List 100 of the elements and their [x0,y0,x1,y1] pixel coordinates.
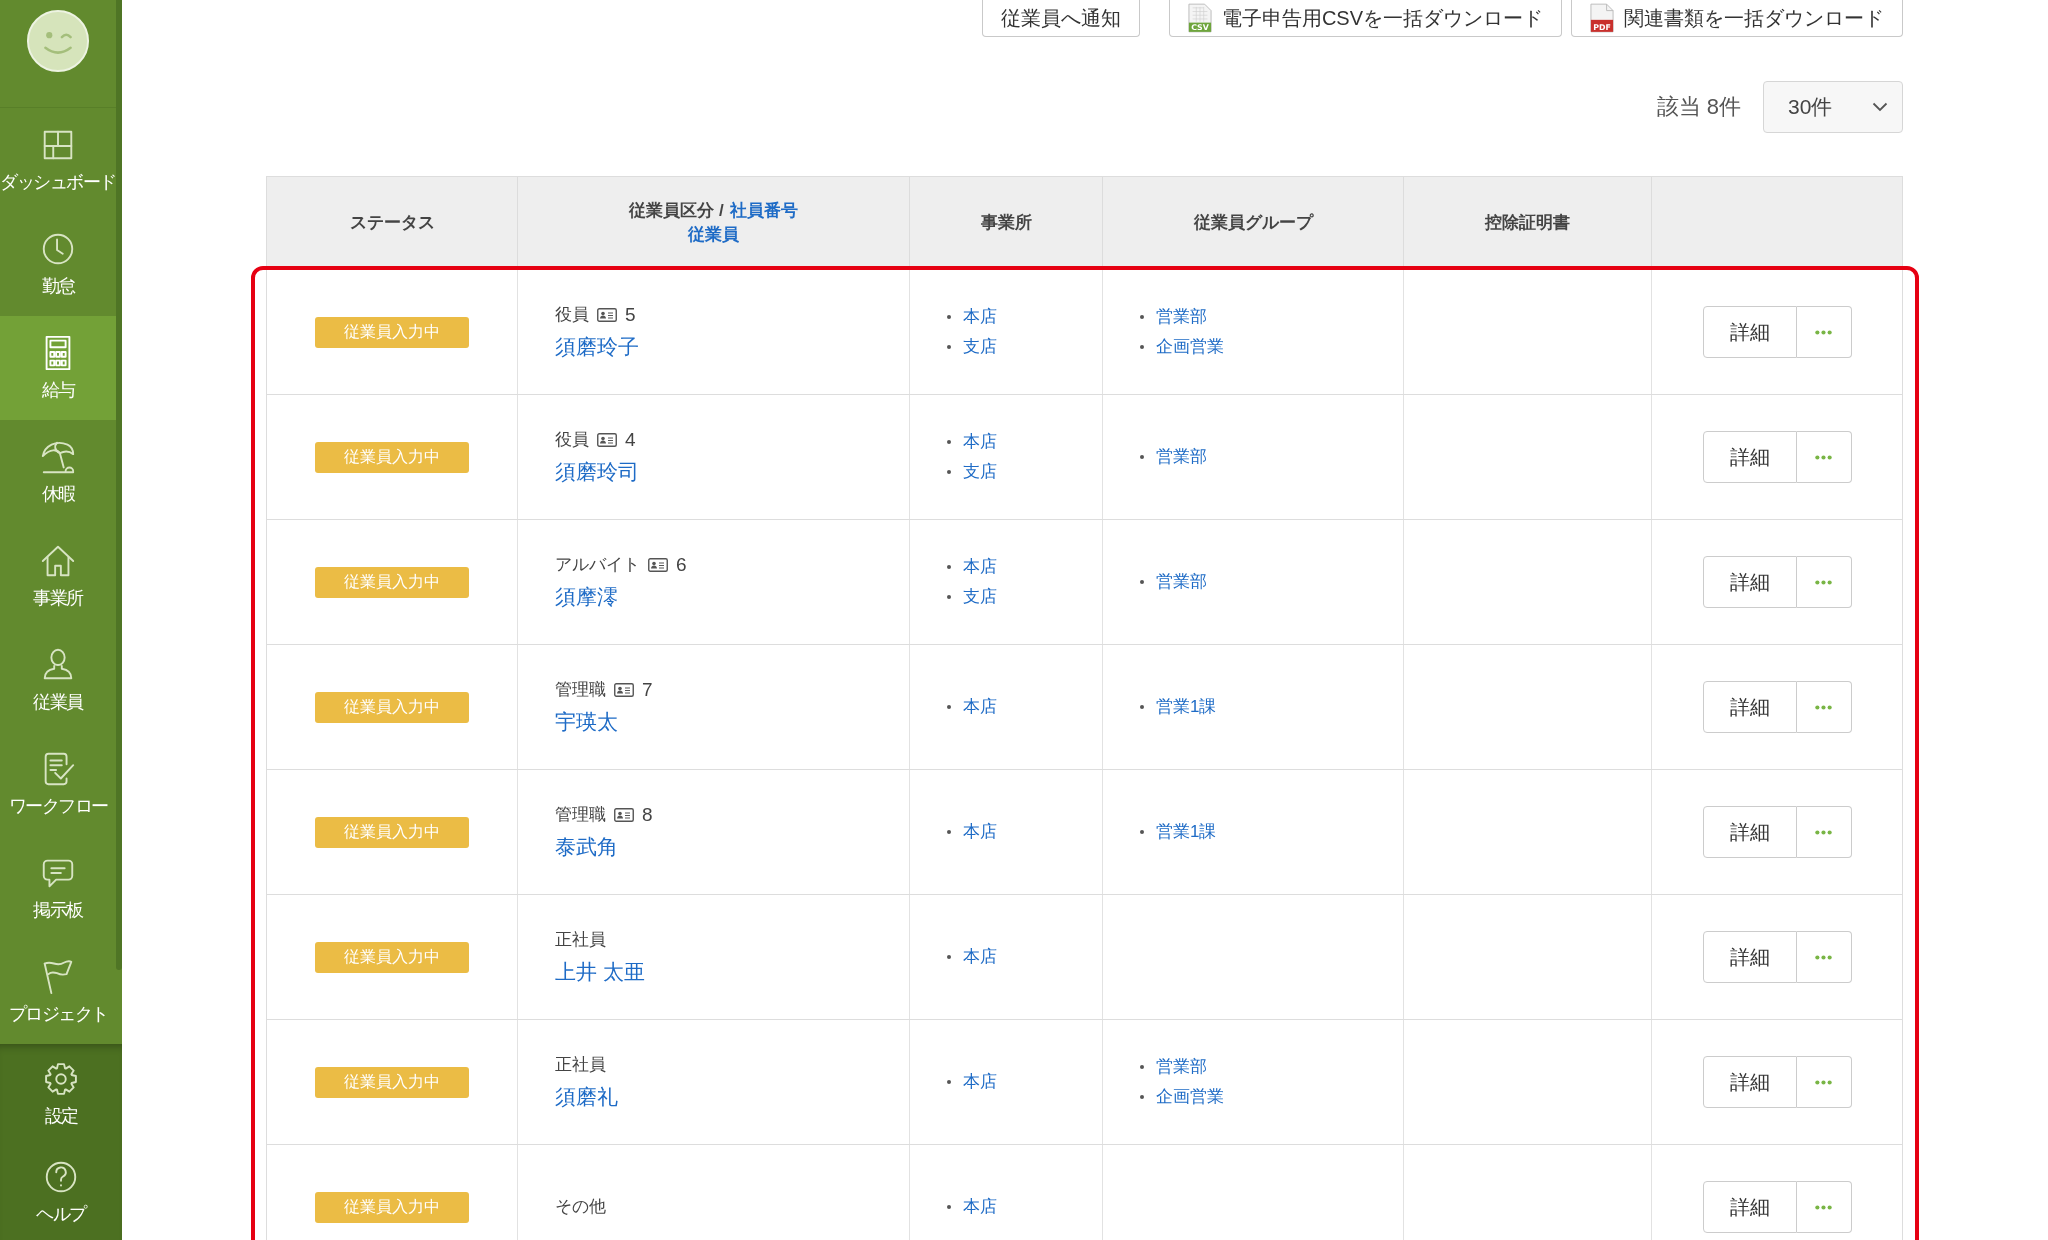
group-link[interactable]: 営業部 [1156,305,1207,329]
page-size-select[interactable]: 30件 [1763,81,1903,133]
employee-number: 8 [642,803,653,827]
employee-name-link[interactable]: 須磨玲子 [555,333,639,361]
employee-name-link[interactable]: 須磨礼 [555,1083,618,1111]
status-badge: 従業員入力中 [315,316,469,348]
employee-name-link[interactable]: 宇瑛太 [555,708,618,736]
employee-name-link[interactable]: 泰武角 [555,833,618,861]
status-badge: 従業員入力中 [315,691,469,723]
settings-icon [42,1060,80,1098]
office-link[interactable]: 本店 [963,945,997,969]
status-badge: 従業員入力中 [315,441,469,473]
nav-item[interactable]: ヘルプ [0,1142,122,1240]
more-icon [1815,329,1832,335]
more-button[interactable] [1796,306,1852,358]
nav-item[interactable]: ダッシュボード [0,108,116,212]
employee-category: 正社員 [555,1054,606,1076]
office-link[interactable]: 本店 [963,695,997,719]
id-card-icon [597,308,617,322]
office-link[interactable]: 本店 [963,1070,997,1094]
employee-category: 正社員 [555,929,606,951]
employee-number: 6 [676,553,687,577]
more-button[interactable] [1796,931,1852,983]
column-header: 事業所 [980,212,1032,234]
nav-item[interactable]: 勤怠 [0,212,116,316]
office-link[interactable]: 本店 [963,820,997,844]
detail-button[interactable]: 詳細 [1702,1056,1797,1108]
bullet-icon [947,955,951,959]
nav-item[interactable]: 事業所 [0,524,116,628]
bullet-icon [947,470,951,474]
more-icon [1815,454,1832,460]
nav-item[interactable]: 休暇 [0,420,116,524]
office-link[interactable]: 本店 [963,305,997,329]
office-link[interactable]: 支店 [963,335,997,359]
group-link[interactable]: 営業部 [1156,1055,1207,1079]
employee-category: その他 [555,1196,606,1218]
group-link[interactable]: 企画営業 [1156,1085,1224,1109]
nav-item[interactable]: 掲示板 [0,836,116,940]
more-button[interactable] [1796,431,1852,483]
more-icon [1815,1079,1832,1085]
nav-item[interactable]: ワークフロー [0,732,116,836]
office-link[interactable]: 本店 [963,1195,997,1219]
employee-number: 5 [625,303,636,327]
status-badge: 従業員入力中 [315,566,469,598]
more-button[interactable] [1796,806,1852,858]
scrollbar-thumb[interactable] [116,0,122,970]
bullet-icon [1140,1065,1144,1069]
bullet-icon [1140,455,1144,459]
detail-button[interactable]: 詳細 [1702,681,1797,733]
group-link[interactable]: 営業1課 [1156,820,1217,844]
group-link[interactable]: 営業部 [1156,445,1207,469]
bullet-icon [947,440,951,444]
sort-link[interactable]: 社員番号 [729,199,798,223]
employee-name-link[interactable]: 須摩澪 [555,583,618,611]
more-icon [1815,579,1832,585]
employee-number: 7 [642,678,653,702]
bullet-icon [947,345,951,349]
id-card-icon [648,558,668,572]
sort-link[interactable]: 従業員 [688,223,739,247]
bullet-icon [1140,1095,1144,1099]
employee-name-link[interactable]: 上井 太亜 [555,958,645,986]
nav-item[interactable]: 従業員 [0,628,116,732]
more-icon [1815,829,1832,835]
employee-name-link[interactable]: 須磨玲司 [555,458,639,486]
office-link[interactable]: 本店 [963,555,997,579]
more-button[interactable] [1796,681,1852,733]
notify-button[interactable]: 従業員へ通知 [981,0,1140,37]
employee-category: 役員 [555,304,589,326]
group-link[interactable]: 企画営業 [1156,335,1224,359]
detail-button[interactable]: 詳細 [1702,556,1797,608]
office-link[interactable]: 支店 [963,585,997,609]
column-header: 従業員区分 / [629,200,724,222]
employee-category: 役員 [555,429,589,451]
bullet-icon [947,565,951,569]
chevron-down-icon [1872,102,1888,112]
column-header: ステータス [349,212,435,234]
bullet-icon [947,315,951,319]
detail-button[interactable]: 詳細 [1702,931,1797,983]
nav-item[interactable]: 設定 [0,1044,122,1142]
bullet-icon [947,830,951,834]
id-card-icon [614,808,634,822]
office-link[interactable]: 本店 [963,430,997,454]
bullet-icon [947,1205,951,1209]
bullet-icon [947,705,951,709]
bullet-icon [947,1080,951,1084]
nav-item[interactable]: プロジェクト [0,940,116,1044]
detail-button[interactable]: 詳細 [1702,306,1797,358]
group-link[interactable]: 営業1課 [1156,695,1217,719]
more-button[interactable] [1796,556,1852,608]
detail-button[interactable]: 詳細 [1702,1181,1797,1233]
detail-button[interactable]: 詳細 [1702,431,1797,483]
employee-category: アルバイト [555,554,640,576]
nav-item[interactable]: 給与 [0,316,116,420]
detail-button[interactable]: 詳細 [1702,806,1797,858]
group-link[interactable]: 営業部 [1156,570,1207,594]
result-count: 該当 8件 [1656,93,1741,121]
office-link[interactable]: 支店 [963,460,997,484]
more-button[interactable] [1796,1056,1852,1108]
more-button[interactable] [1796,1181,1852,1233]
avatar-icon[interactable] [26,9,90,73]
